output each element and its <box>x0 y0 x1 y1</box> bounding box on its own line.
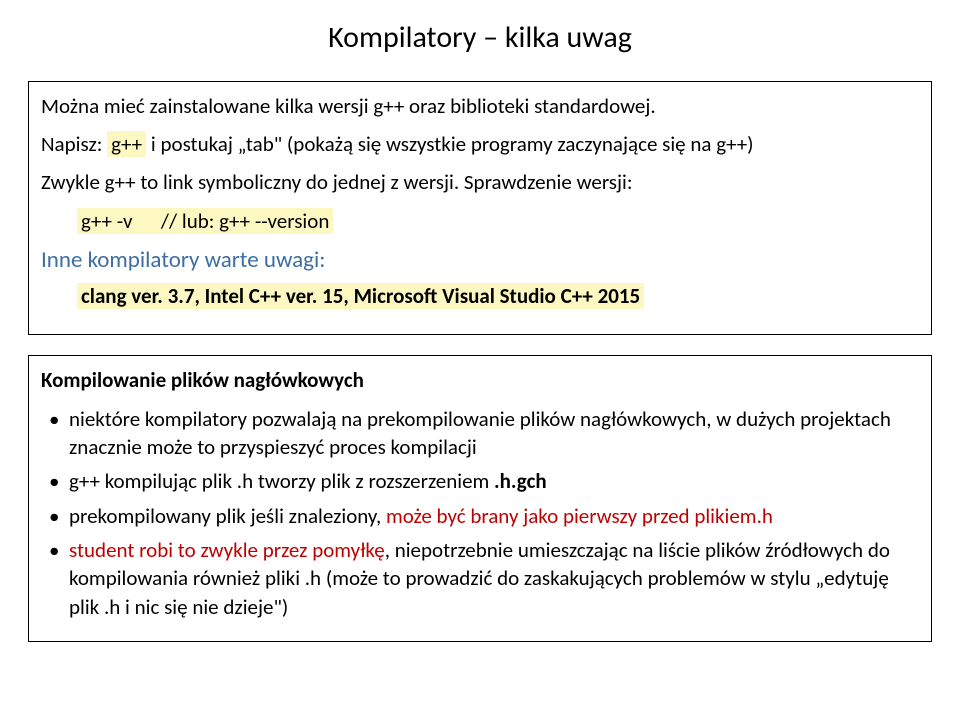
subheading-other-compilers: Inne kompilatory warte uwagi: <box>41 245 919 276</box>
list-item: g++ kompilując plik .h tworzy plik z roz… <box>41 467 919 495</box>
text-suffix: i postukaj „tab" (pokażą się wszystkie p… <box>146 131 753 157</box>
text-line-1: Można mieć zainstalowane kilka wersji g+… <box>41 92 919 120</box>
text-bold-gch: .h.gch <box>494 468 547 494</box>
code-other-compilers: clang ver. 3.7, Intel C++ ver. 15, Micro… <box>77 283 644 309</box>
section-compilers: Można mieć zainstalowane kilka wersji g+… <box>28 81 932 336</box>
compiler-versions: clang ver. 3.7, Intel C++ ver. 15, Micro… <box>77 282 919 310</box>
code-gpp: g++ <box>107 131 146 157</box>
heading-header-compile: Kompilowanie plików nagłówkowych <box>41 366 919 394</box>
bullet-list: niektóre kompilatory pozwalają na prekom… <box>41 405 919 621</box>
section-header-files: Kompilowanie plików nagłówkowych niektór… <box>28 355 932 642</box>
list-item: prekompilowany plik jeśli znaleziony, mo… <box>41 502 919 530</box>
text-part: g++ kompilując plik .h tworzy plik z roz… <box>69 468 494 494</box>
text-line-3: Zwykle g++ to link symboliczny do jednej… <box>41 168 919 196</box>
text-prefix: Napisz: <box>41 131 102 157</box>
text-part: prekompilowany plik jeśli znaleziony, <box>69 503 386 529</box>
list-item: niektóre kompilatory pozwalają na prekom… <box>41 405 919 462</box>
text-line-2: Napisz: g++ i postukaj „tab" (pokażą się… <box>41 130 919 158</box>
page-title: Kompilatory – kilka uwag <box>28 18 932 59</box>
text-red-mistake: student robi to zwykle przez pomyłkę <box>69 537 385 563</box>
code-version: g++ -v // lub: g++ --version <box>77 207 919 235</box>
code-gpp-version: g++ -v // lub: g++ --version <box>77 208 333 234</box>
list-item: student robi to zwykle przez pomyłkę, ni… <box>41 536 919 621</box>
text-red-warning: może być brany jako pierwszy przed pliki… <box>386 503 773 529</box>
